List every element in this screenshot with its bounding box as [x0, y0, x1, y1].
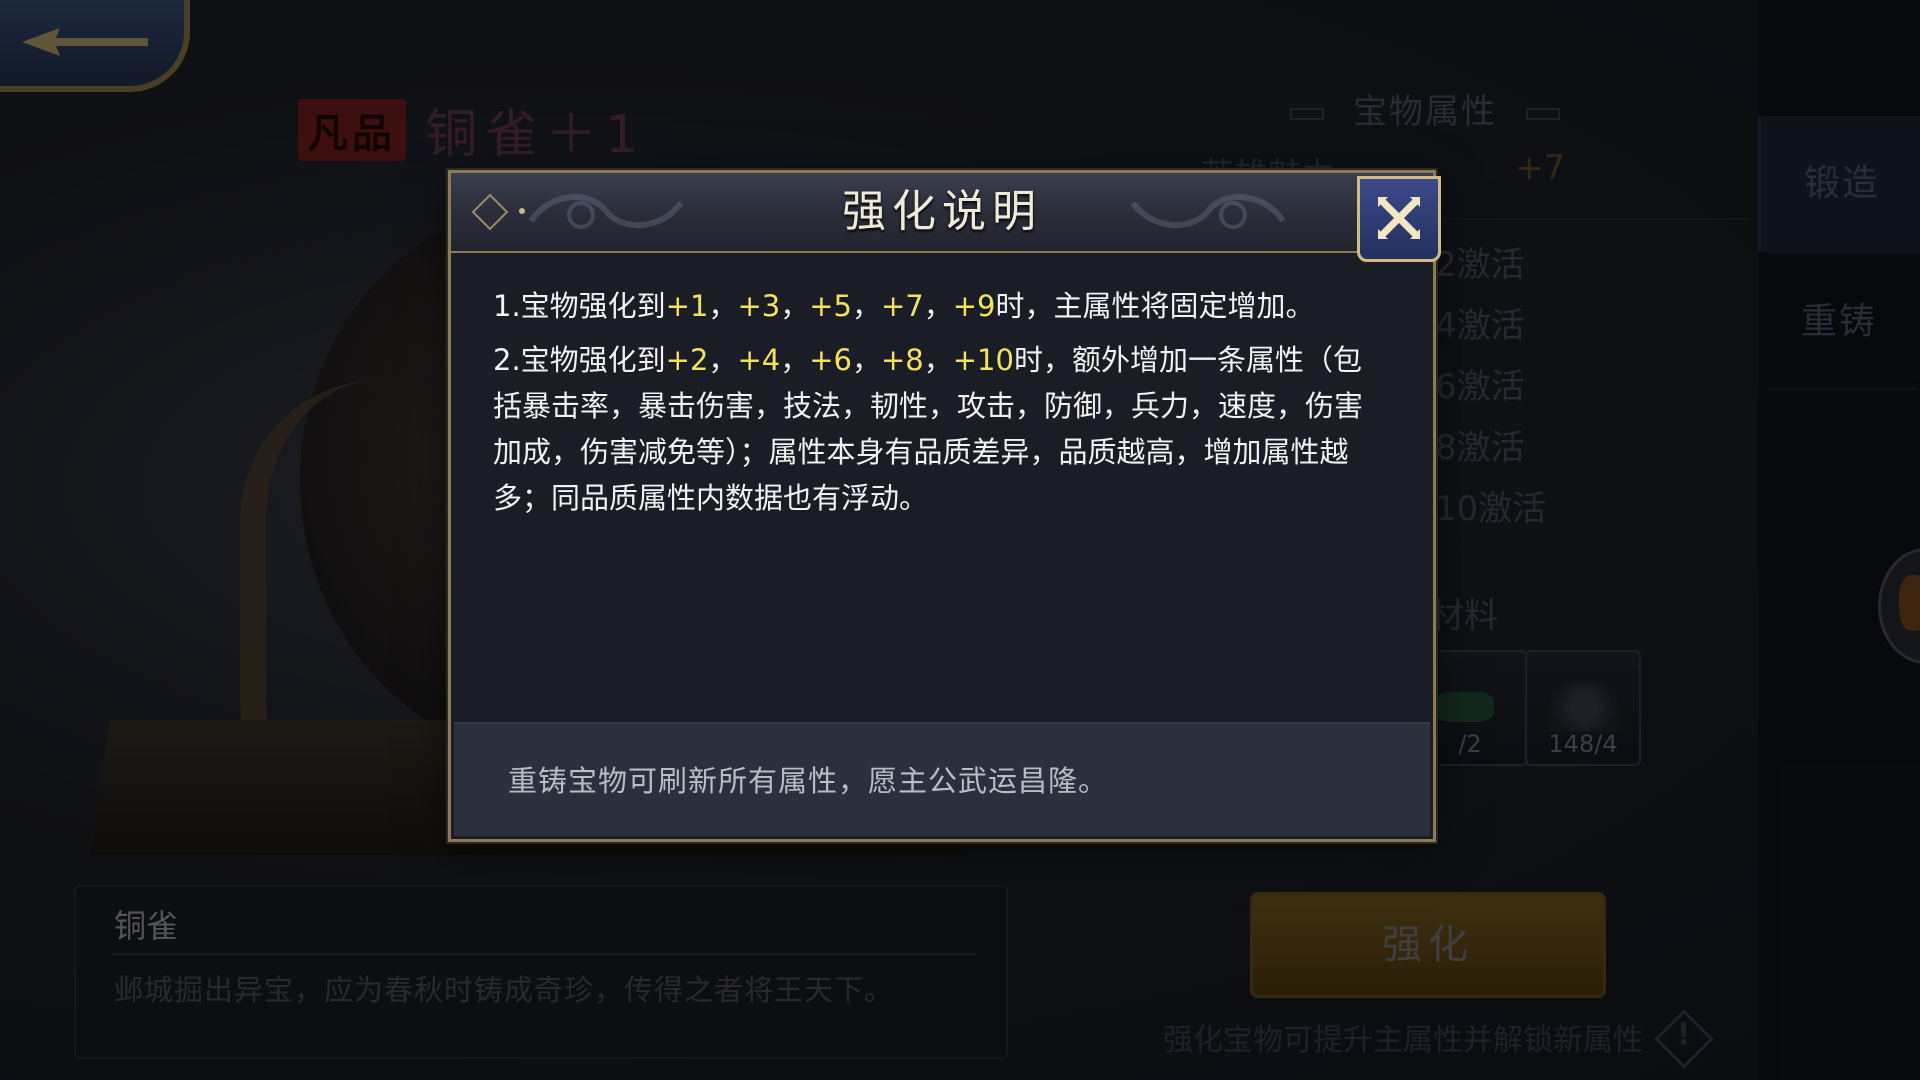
dialog-footer: 重铸宝物可刷新所有属性，愿主公武运昌隆。 — [454, 722, 1430, 836]
footer-text: 重铸宝物可刷新所有属性，愿主公武运昌隆。 — [508, 764, 1109, 798]
separator: ， — [780, 289, 810, 323]
rule-text: 2.宝物强化到 — [493, 343, 666, 377]
separator: ， — [708, 343, 738, 377]
level-value: +2 — [665, 343, 709, 377]
strengthen-info-dialog: 强化说明 1.宝物强化到+1，+3，+5，+7，+9时，主属性将固定增加。 2.… — [448, 170, 1441, 842]
rule-text: 1.宝物强化到 — [493, 289, 666, 323]
close-icon — [1378, 197, 1420, 239]
separator: ， — [923, 343, 953, 377]
separator: ， — [708, 289, 738, 323]
level-value: +7 — [880, 289, 924, 323]
level-value: +6 — [809, 343, 852, 377]
close-button[interactable] — [1357, 176, 1441, 262]
separator: ， — [851, 289, 881, 323]
level-value: +10 — [952, 343, 1014, 377]
game-screen: 凡品 铜雀＋1 铜雀 邺城掘出异宝，应为春秋时铸成奇珍，传得之者将王天下。 宝物… — [0, 0, 1920, 1080]
level-value: +5 — [809, 289, 852, 323]
rule-1: 1.宝物强化到+1，+3，+5，+7，+9时，主属性将固定增加。 — [493, 283, 1373, 329]
separator: ， — [780, 343, 810, 377]
separator: ， — [851, 343, 881, 377]
dialog-body: 1.宝物强化到+1，+3，+5，+7，+9时，主属性将固定增加。 2.宝物强化到… — [493, 283, 1373, 521]
rule-text: 时，主属性将固定增加。 — [995, 289, 1315, 323]
dialog-title: 强化说明 — [842, 186, 1042, 237]
level-value: +4 — [737, 343, 781, 377]
level-value: +3 — [737, 289, 781, 323]
separator: ， — [923, 289, 953, 323]
dialog-header: 强化说明 — [451, 173, 1433, 253]
level-value: +1 — [665, 289, 709, 323]
level-value: +9 — [952, 289, 996, 323]
level-value: +8 — [880, 343, 924, 377]
rule-2: 2.宝物强化到+2，+4，+6，+8，+10时，额外增加一条属性（包括暴击率，暴… — [493, 337, 1373, 521]
